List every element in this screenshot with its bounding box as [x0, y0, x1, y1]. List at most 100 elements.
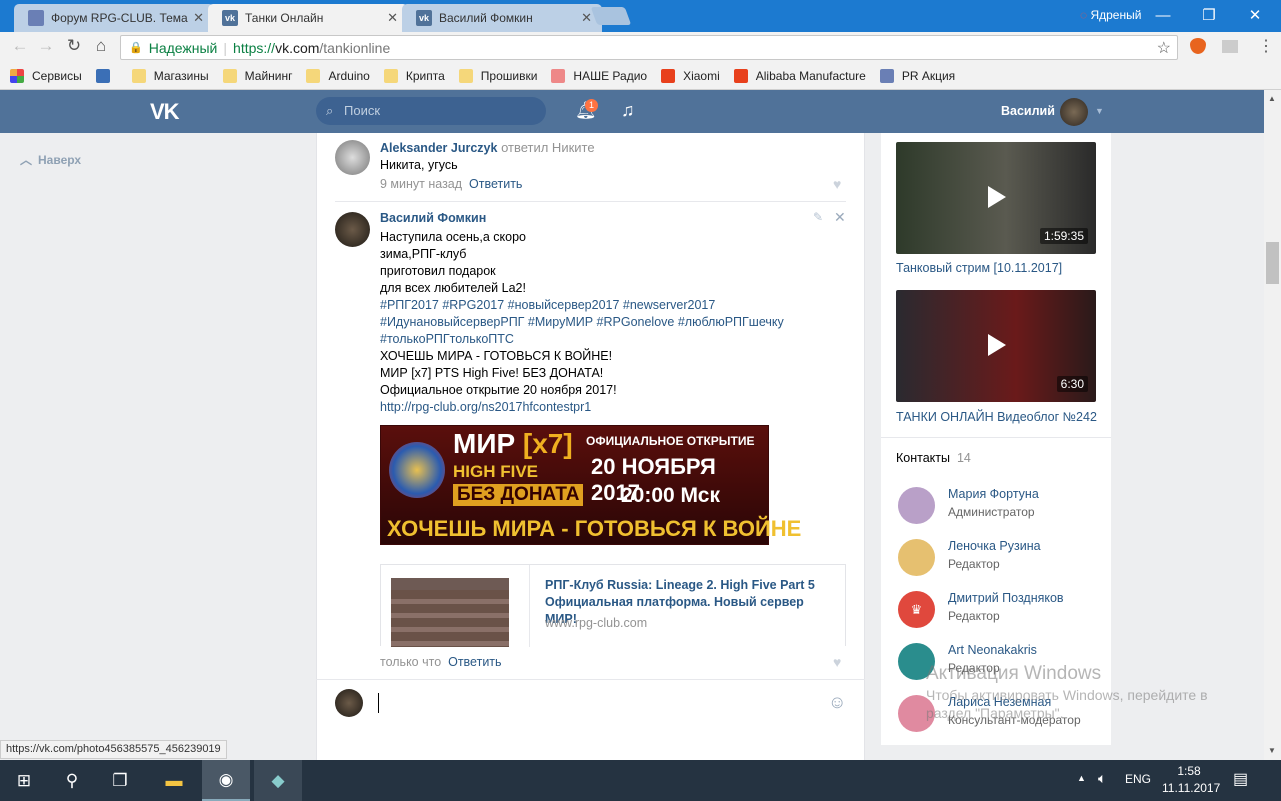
contact-name[interactable]: Леночка Рузина — [948, 539, 1041, 553]
minimize-button[interactable]: — — [1140, 0, 1186, 30]
bookmark-services[interactable]: Сервисы — [10, 68, 82, 83]
contact-name[interactable]: Дмитрий Поздняков — [948, 591, 1064, 605]
bookmark-xiaomi[interactable]: Xiaomi — [661, 68, 720, 83]
close-window-button[interactable]: ✕ — [1232, 0, 1278, 30]
file-explorer-icon[interactable]: ▬ — [150, 760, 198, 801]
contact-name[interactable]: Art Neonakakris — [948, 643, 1037, 657]
extension-grid-icon[interactable] — [1222, 40, 1238, 53]
close-tab-icon[interactable]: ✕ — [581, 10, 592, 26]
contacts-header[interactable]: Контакты 14 — [896, 451, 971, 465]
hashtags[interactable]: #толькоРПГтолькоПТС — [380, 331, 784, 348]
app-icon[interactable]: ◆ — [254, 760, 302, 801]
close-tab-icon[interactable]: ✕ — [193, 10, 204, 26]
commenter-avatar[interactable] — [335, 140, 370, 175]
search-input[interactable]: ⌕ Поиск — [316, 97, 546, 125]
bookmark-label: Arduino — [328, 68, 370, 83]
bookmark-folder[interactable]: Майнинг — [222, 68, 292, 83]
contact-item[interactable]: Лариса Неземная Консультант-модератор — [896, 695, 1106, 747]
scroll-down-arrow-icon[interactable]: ▼ — [1268, 746, 1276, 755]
video-title[interactable]: Танковый стрим [10.11.2017] — [896, 261, 1062, 275]
comment-time[interactable]: 9 минут назад — [380, 177, 462, 191]
home-button[interactable]: ⌂ — [89, 36, 113, 58]
close-tab-icon[interactable]: ✕ — [387, 10, 398, 26]
contact-name[interactable]: Лариса Неземная — [948, 695, 1051, 709]
reply-button[interactable]: Ответить — [469, 177, 522, 191]
forward-button[interactable]: → — [34, 36, 58, 58]
contact-item[interactable]: Мария Фортуна Администратор — [896, 487, 1106, 539]
comment-input[interactable] — [378, 693, 818, 713]
delete-close-icon[interactable]: ✕ — [834, 209, 846, 226]
new-tab-button[interactable] — [590, 7, 632, 25]
contact-role: Администратор — [948, 505, 1035, 519]
video-thumbnail[interactable]: 6:30 — [896, 290, 1096, 402]
video-thumbnail[interactable]: 1:59:35 — [896, 142, 1096, 254]
promo-banner-image[interactable]: МИР [x7] HIGH FIVE БЕЗ ДОНАТА ОФИЦИАЛЬНО… — [380, 425, 801, 545]
scrollbar-thumb[interactable] — [1266, 242, 1279, 284]
windows-start-icon[interactable]: ⊞ — [0, 760, 48, 801]
scroll-up-arrow-icon[interactable]: ▲ — [1268, 94, 1276, 103]
contact-item[interactable]: ♛ Дмитрий Поздняков Редактор — [896, 591, 1106, 643]
action-center-icon[interactable]: ▤ — [1233, 769, 1248, 789]
bookmark-alibaba[interactable]: Alibaba Manufacture — [733, 68, 866, 83]
reply-button[interactable]: Ответить — [448, 655, 501, 669]
link-thumbnail-image — [391, 578, 509, 647]
apps-grid[interactable] — [95, 68, 118, 83]
link-preview-card[interactable]: РПГ-Клуб Russia: Lineage 2. High Five Pa… — [380, 564, 846, 647]
bookmark-folder[interactable]: Крипта — [383, 68, 445, 83]
contact-name[interactable]: Мария Фортуна — [948, 487, 1039, 501]
bookmark-folder[interactable]: Магазины — [131, 68, 209, 83]
music-icon[interactable]: ♫ — [621, 100, 635, 121]
edit-pencil-icon[interactable]: ✎ — [813, 210, 823, 224]
bookmark-folder[interactable]: Прошивки — [458, 68, 537, 83]
comment-author[interactable]: Aleksander Jurczyk — [380, 141, 497, 155]
back-button[interactable]: ← — [8, 36, 32, 58]
hashtags[interactable]: #РПГ2017 #RPG2017 #новыйсервер2017 #news… — [380, 297, 784, 314]
tab-vasily-fomkin[interactable]: vk Василий Фомкин ✕ — [402, 4, 602, 32]
address-bar[interactable]: 🔒 Надежный | https://vk.com/tankionline … — [120, 35, 1178, 60]
maximize-button[interactable]: ❐ — [1186, 0, 1232, 30]
banner-text: МИР — [453, 428, 516, 459]
emoji-smile-icon[interactable]: ☺ — [828, 692, 846, 713]
page-scrollbar[interactable]: ▲ ▼ — [1264, 90, 1281, 760]
language-indicator[interactable]: ENG — [1125, 772, 1151, 786]
play-icon — [988, 334, 1006, 356]
tab-tanki-online[interactable]: vk Танки Онлайн ✕ — [208, 4, 408, 32]
chevron-down-icon[interactable]: ▼ — [1095, 106, 1104, 116]
clock[interactable]: 1:58 11.11.2017 — [1162, 764, 1220, 795]
bookmark-nashe-radio[interactable]: НАШЕ Радио — [551, 68, 647, 83]
grid-icon — [95, 68, 110, 83]
user-avatar[interactable] — [1060, 98, 1088, 126]
tab-rpg-forum[interactable]: Форум RPG-CLUB. Тема ✕ — [14, 4, 214, 32]
bookmark-label: PR Акция — [901, 68, 956, 83]
banner-text: ХОЧЕШЬ МИРА - ГОТОВЬСЯ К ВОЙНЕ — [387, 516, 802, 541]
video-title[interactable]: ТАНКИ ОНЛАЙН Видеоблог №242 — [896, 410, 1097, 424]
bookmark-star-icon[interactable]: ☆ — [1157, 38, 1171, 58]
vk-logo-icon[interactable]: VK — [150, 99, 180, 125]
comment-line: ХОЧЕШЬ МИРА - ГОТОВЬСЯ К ВОЙНЕ! — [380, 349, 613, 363]
menu-icon[interactable]: ⋮ — [1258, 36, 1274, 56]
bookmark-pr-action[interactable]: PR Акция — [879, 68, 956, 83]
my-avatar — [335, 689, 363, 717]
search-icon[interactable]: ⚲ — [48, 760, 96, 801]
volume-icon[interactable]: 🔈︎ — [1098, 770, 1106, 787]
profile-button[interactable]: ◌ Ядреный — [1080, 8, 1141, 22]
hashtags[interactable]: #ИдунановыйсерверРПГ #МируМИР #RPGonelov… — [380, 314, 784, 331]
bookmark-label: Сервисы — [32, 68, 82, 83]
like-heart-icon[interactable]: ♥ — [833, 654, 841, 670]
tray-arrow-icon[interactable]: ▲ — [1077, 773, 1086, 783]
like-heart-icon[interactable]: ♥ — [833, 176, 841, 192]
notifications-badge: 1 — [585, 99, 598, 112]
comment-author[interactable]: Василий Фомкин — [380, 211, 486, 225]
bookmark-folder[interactable]: Arduino — [306, 68, 370, 83]
task-view-icon[interactable]: ❐ — [96, 760, 144, 801]
user-name[interactable]: Василий — [1001, 104, 1055, 118]
commenter-avatar[interactable] — [335, 212, 370, 247]
contact-item[interactable]: Art Neonakakris Редактор — [896, 643, 1106, 695]
reply-to: ответил Никите — [501, 140, 595, 155]
contact-item[interactable]: Леночка Рузина Редактор — [896, 539, 1106, 591]
chrome-icon[interactable]: ◉ — [202, 760, 250, 801]
back-to-top-button[interactable]: ︿ Наверх — [20, 151, 81, 168]
post-link[interactable]: http://rpg-club.org/ns2017hfcontestpr1 — [380, 399, 784, 416]
comment-time[interactable]: только что — [380, 655, 441, 669]
reload-button[interactable]: ↻ — [62, 36, 86, 58]
